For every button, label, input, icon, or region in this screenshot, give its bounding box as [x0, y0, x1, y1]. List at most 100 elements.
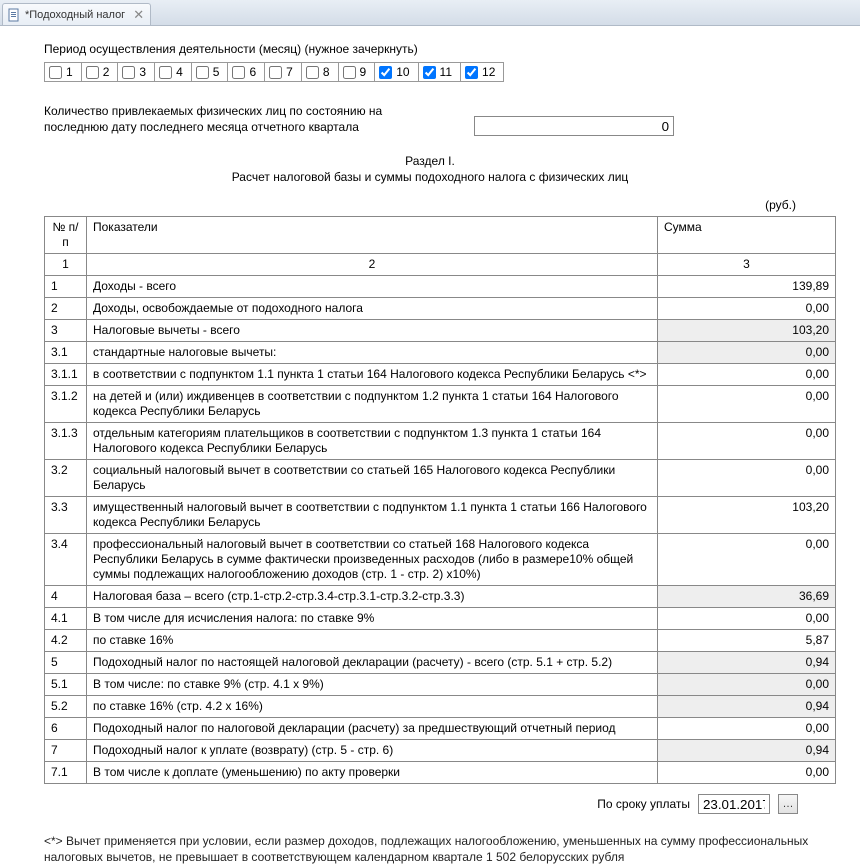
row-sum: 0,94: [658, 740, 836, 762]
row-indicator: Доходы - всего: [87, 276, 658, 298]
month-checkbox-8[interactable]: [306, 66, 319, 79]
row-sum: 103,20: [658, 320, 836, 342]
count-input[interactable]: [474, 116, 674, 136]
row-sum[interactable]: 0,00: [658, 460, 836, 497]
close-icon[interactable]: ✕: [133, 7, 144, 23]
row-sum: 0,94: [658, 696, 836, 718]
row-sum[interactable]: 5,87: [658, 630, 836, 652]
table-row: 3.3имущественный налоговый вычет в соотв…: [45, 497, 836, 534]
month-checkbox-6[interactable]: [232, 66, 245, 79]
row-number: 4: [45, 586, 87, 608]
count-label: Количество привлекаемых физических лиц п…: [44, 104, 444, 135]
month-label: 12: [482, 65, 495, 79]
month-9[interactable]: 9: [338, 62, 375, 82]
row-sum: 0,00: [658, 674, 836, 696]
month-5[interactable]: 5: [191, 62, 228, 82]
table-row: 4.2по ставке 16%5,87: [45, 630, 836, 652]
row-indicator: Подоходный налог по налоговой декларации…: [87, 718, 658, 740]
month-1[interactable]: 1: [44, 62, 81, 82]
row-number: 3.1: [45, 342, 87, 364]
month-checkbox-4[interactable]: [159, 66, 172, 79]
document-icon: [7, 8, 21, 22]
th-c1: 1: [45, 254, 87, 276]
month-4[interactable]: 4: [154, 62, 191, 82]
month-6[interactable]: 6: [227, 62, 264, 82]
row-sum[interactable]: 0,00: [658, 762, 836, 784]
row-number: 3.4: [45, 534, 87, 586]
document-tab[interactable]: *Подоходный налог ✕: [2, 3, 151, 25]
month-checkbox-3[interactable]: [122, 66, 135, 79]
date-picker-button[interactable]: …: [778, 794, 798, 814]
section-subtitle: Расчет налоговой базы и суммы подоходног…: [44, 170, 816, 184]
row-number: 2: [45, 298, 87, 320]
row-sum[interactable]: 0,00: [658, 423, 836, 460]
section-title: Раздел I.: [44, 154, 816, 168]
month-2[interactable]: 2: [81, 62, 118, 82]
th-c2: 2: [87, 254, 658, 276]
row-sum[interactable]: 139,89: [658, 276, 836, 298]
month-label: 7: [286, 65, 293, 79]
period-label: Период осуществления деятельности (месяц…: [44, 42, 816, 56]
row-number: 7.1: [45, 762, 87, 784]
month-checkbox-10[interactable]: [379, 66, 392, 79]
table-row: 3.1.1в соответствии с подпунктом 1.1 пун…: [45, 364, 836, 386]
row-sum[interactable]: 0,00: [658, 386, 836, 423]
row-number: 3.1.2: [45, 386, 87, 423]
row-sum: 0,00: [658, 342, 836, 364]
row-indicator: Налоговая база – всего (стр.1-стр.2-стр.…: [87, 586, 658, 608]
table-row: 3.1.3отдельным категориям плательщиков в…: [45, 423, 836, 460]
month-label: 6: [249, 65, 256, 79]
month-10[interactable]: 10: [374, 62, 417, 82]
row-sum[interactable]: 103,20: [658, 497, 836, 534]
row-sum[interactable]: 0,00: [658, 534, 836, 586]
row-indicator: по ставке 16%: [87, 630, 658, 652]
month-checkbox-12[interactable]: [465, 66, 478, 79]
month-checkbox-9[interactable]: [343, 66, 356, 79]
month-11[interactable]: 11: [418, 62, 460, 82]
month-checkbox-7[interactable]: [269, 66, 282, 79]
row-number: 4.1: [45, 608, 87, 630]
row-number: 4.2: [45, 630, 87, 652]
table-row: 5.1В том числе: по ставке 9% (стр. 4.1 x…: [45, 674, 836, 696]
month-label: 8: [323, 65, 330, 79]
row-sum[interactable]: 0,00: [658, 718, 836, 740]
row-indicator: социальный налоговый вычет в соответстви…: [87, 460, 658, 497]
footnote: <*> Вычет применяется при условии, если …: [0, 834, 860, 865]
row-sum[interactable]: 0,00: [658, 298, 836, 320]
row-indicator: В том числе для исчисления налога: по ст…: [87, 608, 658, 630]
table-row: 6Подоходный налог по налоговой деклараци…: [45, 718, 836, 740]
th-num: № п/п: [45, 217, 87, 254]
row-number: 6: [45, 718, 87, 740]
table-row: 3.2социальный налоговый вычет в соответс…: [45, 460, 836, 497]
table-row: 3.1.2на детей и (или) иждивенцев в соотв…: [45, 386, 836, 423]
due-date-input[interactable]: [698, 794, 770, 814]
row-indicator: стандартные налоговые вычеты:: [87, 342, 658, 364]
row-indicator: Подоходный налог по настоящей налоговой …: [87, 652, 658, 674]
month-checkbox-1[interactable]: [49, 66, 62, 79]
month-checkbox-2[interactable]: [86, 66, 99, 79]
row-indicator: Доходы, освобождаемые от подоходного нал…: [87, 298, 658, 320]
row-sum: 0,94: [658, 652, 836, 674]
month-checkbox-5[interactable]: [196, 66, 209, 79]
row-number: 5.1: [45, 674, 87, 696]
table-row: 5.2по ставке 16% (стр. 4.2 x 16%)0,94: [45, 696, 836, 718]
table-row: 2Доходы, освобождаемые от подоходного на…: [45, 298, 836, 320]
month-8[interactable]: 8: [301, 62, 338, 82]
row-sum[interactable]: 0,00: [658, 364, 836, 386]
table-row: 3.4профессиональный налоговый вычет в со…: [45, 534, 836, 586]
th-indicator: Показатели: [87, 217, 658, 254]
month-12[interactable]: 12: [460, 62, 504, 82]
month-7[interactable]: 7: [264, 62, 301, 82]
month-checkbox-row: 123456789101112: [44, 62, 816, 82]
row-sum[interactable]: 0,00: [658, 608, 836, 630]
table-row: 7.1В том числе к доплате (уменьшению) по…: [45, 762, 836, 784]
row-number: 3.1.1: [45, 364, 87, 386]
month-checkbox-11[interactable]: [423, 66, 436, 79]
table-row: 3Налоговые вычеты - всего103,20: [45, 320, 836, 342]
row-number: 5.2: [45, 696, 87, 718]
row-sum: 36,69: [658, 586, 836, 608]
month-3[interactable]: 3: [117, 62, 154, 82]
row-indicator: Налоговые вычеты - всего: [87, 320, 658, 342]
row-number: 3.2: [45, 460, 87, 497]
th-sum: Сумма: [658, 217, 836, 254]
